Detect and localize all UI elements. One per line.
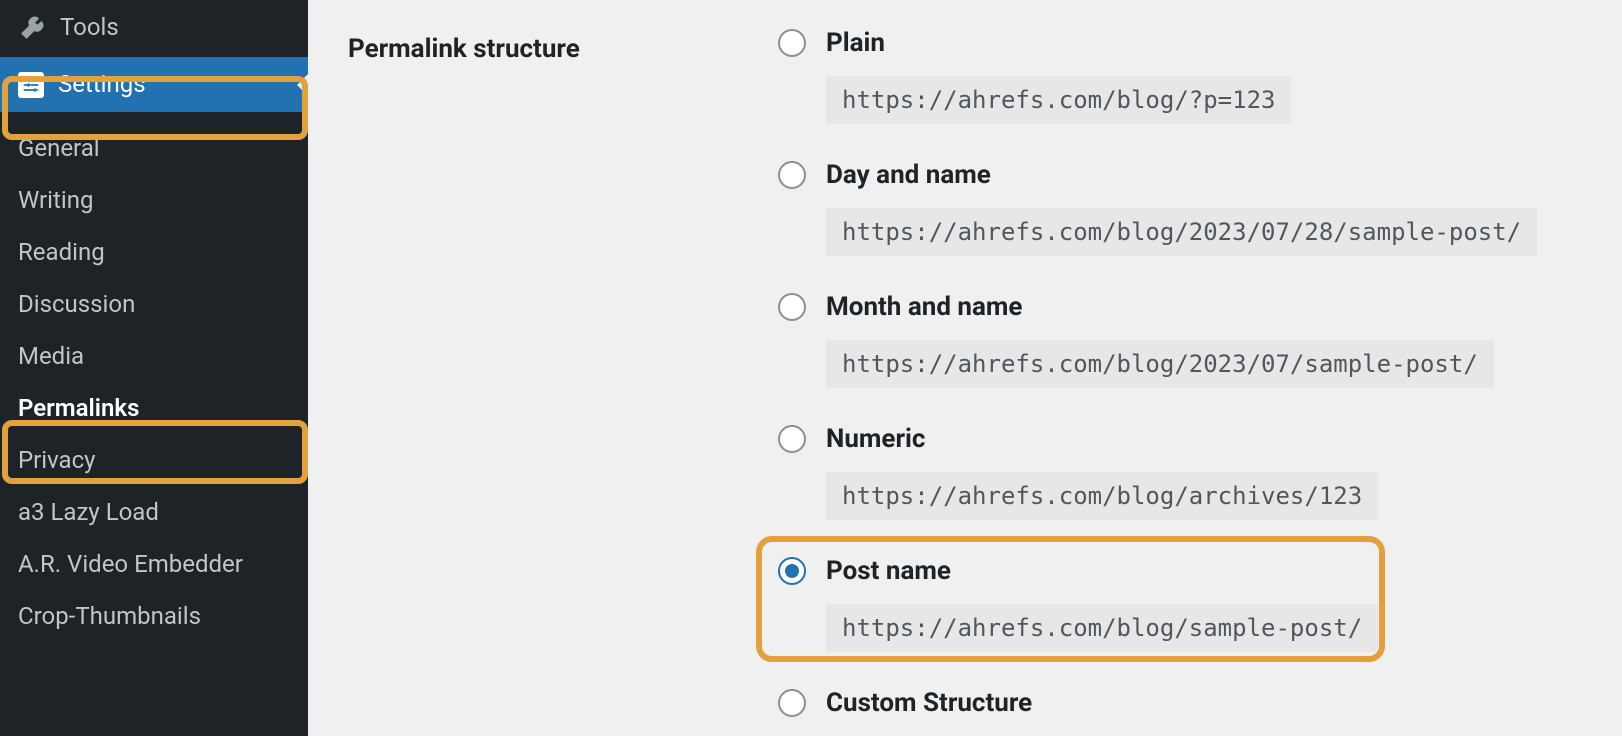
submenu-item-privacy[interactable]: Privacy: [0, 434, 308, 486]
submenu-item-crop-thumbnails[interactable]: Crop-Thumbnails: [0, 590, 308, 642]
submenu-item-a3-lazy-load[interactable]: a3 Lazy Load: [0, 486, 308, 538]
menu-label: Tools: [60, 12, 119, 43]
sliders-icon: [18, 72, 44, 98]
settings-permalinks-content: Permalink structure Plain https://ahrefs…: [308, 0, 1622, 736]
submenu-item-discussion[interactable]: Discussion: [0, 278, 308, 330]
url-example: https://ahrefs.com/blog/archives/123: [826, 472, 1378, 520]
sidebar-item-tools[interactable]: Tools: [0, 0, 308, 55]
url-example: https://ahrefs.com/blog/?p=123: [826, 76, 1291, 124]
option-custom-structure: Custom Structure: [778, 688, 1582, 718]
admin-sidebar: Tools Settings General Writing Reading D…: [0, 0, 308, 736]
option-label: Custom Structure: [826, 688, 1032, 718]
submenu-item-media[interactable]: Media: [0, 330, 308, 382]
option-day-and-name: Day and name https://ahrefs.com/blog/202…: [778, 160, 1582, 256]
option-plain: Plain https://ahrefs.com/blog/?p=123: [778, 28, 1582, 124]
section-title: Permalink structure: [348, 28, 778, 64]
option-label: Day and name: [826, 160, 991, 190]
submenu-item-reading[interactable]: Reading: [0, 226, 308, 278]
option-label: Post name: [826, 556, 951, 586]
permalink-structure-row: Permalink structure Plain https://ahrefs…: [348, 28, 1582, 718]
sidebar-item-settings[interactable]: Settings: [0, 57, 308, 112]
submenu-item-writing[interactable]: Writing: [0, 174, 308, 226]
option-label: Plain: [826, 28, 885, 58]
radio-custom-structure[interactable]: [778, 689, 806, 717]
option-post-name: Post name https://ahrefs.com/blog/sample…: [778, 556, 1582, 652]
option-label: Month and name: [826, 292, 1022, 322]
submenu-item-permalinks[interactable]: Permalinks: [0, 382, 308, 434]
submenu-item-ar-video-embedder[interactable]: A.R. Video Embedder: [0, 538, 308, 590]
option-label: Numeric: [826, 424, 925, 454]
submenu-item-general[interactable]: General: [0, 122, 308, 174]
radio-post-name[interactable]: [778, 557, 806, 585]
url-example: https://ahrefs.com/blog/2023/07/sample-p…: [826, 340, 1494, 388]
radio-numeric[interactable]: [778, 425, 806, 453]
radio-plain[interactable]: [778, 29, 806, 57]
wrench-icon: [18, 14, 46, 42]
url-example: https://ahrefs.com/blog/2023/07/28/sampl…: [826, 208, 1537, 256]
url-example: https://ahrefs.com/blog/sample-post/: [826, 604, 1378, 652]
menu-label: Settings: [58, 69, 146, 100]
settings-submenu: General Writing Reading Discussion Media…: [0, 112, 308, 652]
option-month-and-name: Month and name https://ahrefs.com/blog/2…: [778, 292, 1582, 388]
radio-month-and-name[interactable]: [778, 293, 806, 321]
permalink-options: Plain https://ahrefs.com/blog/?p=123 Day…: [778, 28, 1582, 718]
radio-day-and-name[interactable]: [778, 161, 806, 189]
option-numeric: Numeric https://ahrefs.com/blog/archives…: [778, 424, 1582, 520]
